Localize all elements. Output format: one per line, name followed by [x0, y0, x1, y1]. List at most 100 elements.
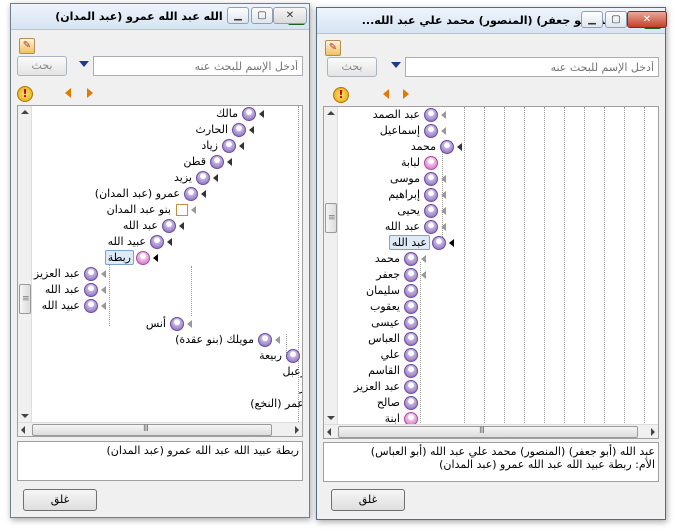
scroll-right-icon[interactable]: [651, 428, 655, 436]
tree-vertical-scrollbar[interactable]: ≡: [18, 106, 32, 422]
tree-horizontal-scrollbar[interactable]: III: [324, 424, 658, 438]
back-window: ✔ ربطة عبيد الله عبد الله عمرو (عبد المد…: [10, 3, 310, 518]
search-button[interactable]: بحث: [17, 56, 67, 76]
back-search-row: بحث: [17, 56, 303, 78]
male-person-icon: [424, 172, 438, 186]
tree-node[interactable]: عبد الله: [43, 282, 106, 298]
tree-node[interactable]: مويلك (بنو عقدة): [173, 332, 280, 348]
tree-vertical-scrollbar[interactable]: ≡: [324, 107, 338, 424]
tree-node[interactable]: مالك: [214, 106, 264, 122]
tree-node-selected[interactable]: عبد الله: [388, 235, 454, 251]
male-person-icon: [258, 333, 272, 347]
tree-node[interactable]: عبد العزيز: [32, 266, 106, 282]
scroll-h-thumb[interactable]: III: [32, 424, 272, 436]
search-input[interactable]: [93, 56, 303, 76]
tree-node[interactable]: محمد: [373, 251, 426, 267]
edit-icon[interactable]: ✎: [325, 40, 341, 56]
edit-icon[interactable]: ✎: [19, 38, 35, 54]
nav-right-icon[interactable]: [403, 89, 409, 99]
warning-icon[interactable]: !: [333, 87, 349, 103]
dropdown-arrow-icon[interactable]: [391, 62, 401, 68]
tree-node[interactable]: يعقوب: [368, 299, 418, 315]
tree-node[interactable]: لبابة: [399, 155, 438, 171]
male-person-icon: [424, 204, 438, 218]
scroll-left-icon[interactable]: [21, 426, 25, 434]
nav-right-icon[interactable]: [87, 88, 93, 98]
tree-node[interactable]: أنس: [144, 316, 192, 332]
search-button[interactable]: بحث: [327, 57, 377, 77]
warning-icon[interactable]: !: [17, 86, 33, 102]
tree-node[interactable]: إسماعيل: [378, 123, 446, 139]
nav-left-icon[interactable]: [65, 88, 71, 98]
search-input[interactable]: [405, 57, 659, 77]
tree-node[interactable]: سليمان: [364, 283, 418, 299]
tree-node[interactable]: ربيعة: [257, 348, 302, 364]
minimize-button[interactable]: ▁: [581, 11, 603, 28]
tree-node-selected[interactable]: ربطة: [104, 250, 158, 266]
back-titlebar[interactable]: ✔ ربطة عبيد الله عبد الله عمرو (عبد المد…: [11, 4, 309, 30]
scroll-up-icon[interactable]: [21, 110, 29, 114]
tree-node[interactable]: عبد العزيز: [352, 379, 418, 395]
male-person-icon: [432, 236, 446, 250]
tree-node[interactable]: جعفر: [374, 267, 426, 283]
front-tree-view[interactable]: عبد الصمد إسماعيل محمد لبابة موسى إبراهي…: [323, 106, 659, 439]
tree-node[interactable]: علي: [379, 347, 418, 363]
maximize-button[interactable]: ▢: [605, 11, 627, 28]
tree-node[interactable]: عبيد الله: [40, 298, 106, 314]
close-window-button[interactable]: ✕: [273, 7, 307, 24]
male-person-icon: [404, 364, 418, 378]
tree-node[interactable]: عبد الصمد: [371, 107, 446, 123]
tree-node[interactable]: يحيى: [395, 203, 446, 219]
tree-node[interactable]: عمر (النخع): [248, 396, 302, 412]
front-titlebar[interactable]: ✔ عبد الله (أبو جعفر) (المنصور) محمد علي…: [317, 8, 667, 34]
tree-node[interactable]: عبيد الله: [106, 234, 172, 250]
male-person-icon: [84, 267, 98, 281]
tree-node[interactable]: عبد الله: [383, 219, 446, 235]
tree-node[interactable]: إبراهيم: [386, 187, 446, 203]
tree-horizontal-scrollbar[interactable]: III: [18, 422, 302, 436]
male-person-icon: [424, 188, 438, 202]
male-person-icon: [424, 124, 438, 138]
tree-node[interactable]: عبد الله: [121, 218, 184, 234]
scroll-h-thumb[interactable]: III: [338, 426, 638, 438]
tree-node[interactable]: قطن: [181, 154, 232, 170]
minimize-button[interactable]: ▁: [227, 7, 249, 24]
tree-node[interactable]: صالح: [375, 395, 418, 411]
front-toolbar: ✎: [323, 38, 659, 58]
close-button[interactable]: غلق: [331, 489, 405, 511]
dropdown-arrow-icon[interactable]: [79, 61, 89, 67]
male-person-icon: [404, 332, 418, 346]
male-person-icon: [210, 155, 224, 169]
female-person-icon: [136, 251, 150, 265]
tree-node[interactable]: زعبل: [280, 364, 302, 380]
front-nav-row: !: [323, 85, 659, 105]
scroll-left-icon[interactable]: [327, 428, 331, 436]
male-person-icon: [222, 139, 236, 153]
male-person-icon: [440, 140, 454, 154]
back-nav-row: !: [17, 84, 303, 104]
scroll-up-icon[interactable]: [327, 111, 335, 115]
scroll-thumb[interactable]: ≡: [325, 203, 337, 233]
tree-node[interactable]: يزيد: [172, 170, 218, 186]
tree-node[interactable]: العباس: [366, 331, 418, 347]
tree-node[interactable]: موسى: [388, 171, 446, 187]
tree-node[interactable]: الحارث: [193, 122, 254, 138]
close-button[interactable]: غلق: [23, 489, 97, 511]
male-person-icon: [404, 300, 418, 314]
scroll-right-icon[interactable]: [295, 426, 299, 434]
tree-node[interactable]: محمد: [409, 139, 462, 155]
maximize-button[interactable]: ▢: [251, 7, 273, 24]
close-window-button[interactable]: ✕: [627, 11, 667, 28]
tree-node[interactable]: عر: [297, 380, 302, 396]
tree-node[interactable]: عيسى: [369, 315, 418, 331]
tree-node[interactable]: بنو عبد المدان: [105, 202, 196, 218]
scroll-down-icon[interactable]: [327, 416, 335, 420]
male-person-icon: [404, 284, 418, 298]
scroll-thumb[interactable]: ≡: [19, 284, 31, 314]
tree-node[interactable]: القاسم: [366, 363, 418, 379]
tree-node[interactable]: زياد: [199, 138, 244, 154]
scroll-down-icon[interactable]: [21, 414, 29, 418]
tree-node[interactable]: عمرو (عبد المدان): [93, 186, 206, 202]
back-tree-view[interactable]: مالك الحارث زياد قطن يزيد عمرو (عبد المد…: [17, 105, 303, 437]
nav-left-icon[interactable]: [383, 89, 389, 99]
